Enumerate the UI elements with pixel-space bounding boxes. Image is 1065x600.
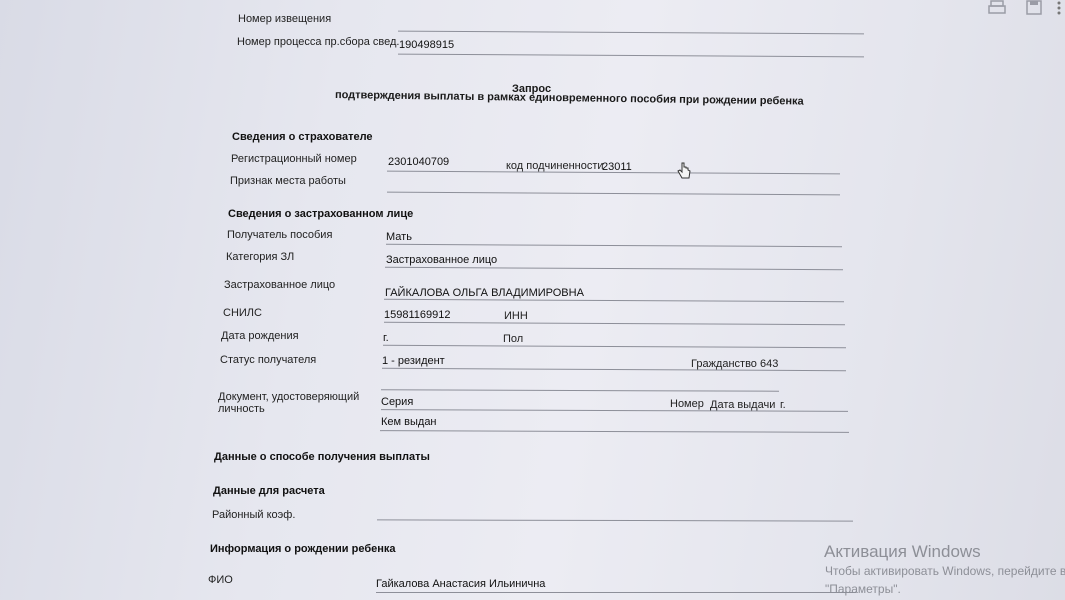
calc-section-title: Данные для расчета — [213, 485, 325, 497]
category-field[interactable] — [385, 266, 843, 271]
child-section-title: Информация о рождении ребенка — [210, 543, 396, 555]
child-fio-value: Гайкалова Анастасия Ильинична — [376, 578, 546, 590]
document-subtitle: подтверждения выплаты в рамках единоврем… — [334, 89, 804, 108]
id-doc-field[interactable] — [380, 409, 849, 412]
process-number-field[interactable] — [398, 53, 864, 58]
status-extra-field[interactable] — [380, 389, 780, 392]
birthdate-label: Дата рождения — [221, 330, 299, 342]
activation-watermark-title: Активация Windows — [824, 542, 981, 561]
regional-coef-label: Районный коэф. — [212, 509, 296, 521]
issued-by-label: Кем выдан — [381, 416, 437, 428]
issue-date-label: Дата выдачи — [710, 399, 776, 411]
issue-date-suffix: г. — [780, 399, 786, 411]
subordination-label: код подчиненности — [506, 160, 604, 172]
citizenship-label: Гражданство 643 — [691, 358, 779, 370]
process-number-value: 190498915 — [399, 39, 455, 51]
activation-watermark-line1: Чтобы активировать Windows, перейдите в — [825, 564, 1065, 578]
snils-label: СНИЛС — [223, 307, 262, 319]
inn-label: ИНН — [504, 310, 528, 322]
recipient-field[interactable] — [386, 243, 842, 248]
status-label: Статус получателя — [220, 354, 317, 366]
notice-number-field[interactable] — [398, 30, 864, 35]
snils-value: 15981169912 — [384, 309, 451, 321]
person-label: Застрахованное лицо — [224, 279, 336, 291]
printer-icon[interactable] — [988, 0, 1006, 16]
reg-number-label: Регистрационный номер — [231, 153, 357, 165]
sex-label: Пол — [503, 333, 524, 345]
payment-section-title: Данные о способе получения выплаты — [214, 451, 430, 463]
category-value: Застрахованное лицо — [386, 254, 498, 266]
child-fio-label: ФИО — [208, 574, 233, 586]
recipient-value: Мать — [386, 231, 412, 243]
series-label: Серия — [381, 396, 414, 408]
process-number-label: Номер процесса пр.сбора свед. — [237, 36, 400, 48]
birthdate-value: г. — [383, 332, 389, 344]
activation-watermark-line2: "Параметры". — [825, 582, 901, 596]
hand-cursor-icon — [677, 162, 693, 182]
notice-number-label: Номер извещения — [238, 13, 332, 25]
workplace-label: Признак места работы — [230, 175, 346, 187]
id-doc-label-2: личность — [218, 403, 265, 415]
more-icon[interactable] — [1055, 0, 1063, 16]
workplace-field[interactable] — [387, 191, 840, 196]
insured-section-title: Сведения о застрахованном лице — [228, 208, 414, 220]
reg-number-field[interactable] — [387, 170, 840, 175]
category-label: Категория ЗЛ — [226, 251, 295, 263]
regional-coef-field[interactable] — [376, 519, 854, 522]
status-value: 1 - резидент — [382, 355, 445, 367]
person-field[interactable] — [384, 298, 844, 303]
insurer-section-title: Сведения о страхователе — [232, 131, 373, 143]
id-doc-label: Документ, удостоверяющий — [218, 391, 360, 403]
snils-field[interactable] — [384, 321, 845, 326]
number-label: Номер — [670, 398, 704, 410]
recipient-label: Получатель пособия — [227, 229, 333, 241]
issued-by-field[interactable] — [379, 430, 850, 433]
save-icon[interactable] — [1025, 0, 1043, 16]
person-value: ГАЙКАЛОВА ОЛЬГА ВЛАДИМИРОВНА — [385, 287, 584, 299]
birthdate-field[interactable] — [383, 344, 846, 349]
reg-number-value: 2301040709 — [388, 156, 450, 168]
child-fio-field[interactable] — [376, 592, 856, 593]
